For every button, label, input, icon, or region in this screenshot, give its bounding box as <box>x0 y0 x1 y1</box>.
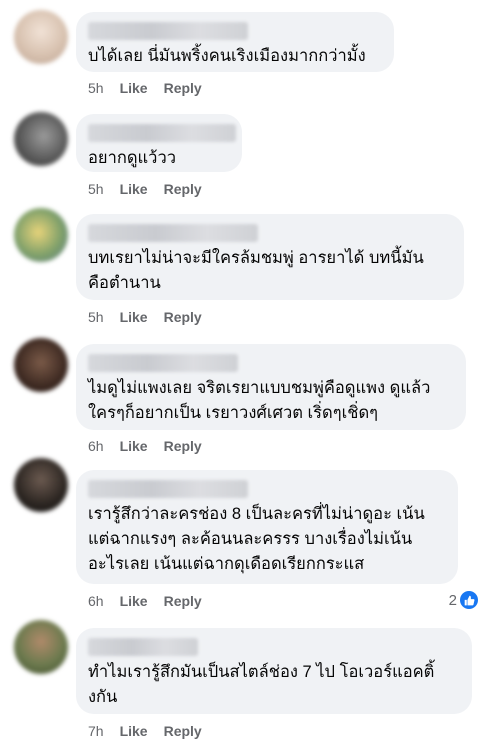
comment-bubble: ไมดูไม่แพงเลย จริตเรยาแบบชมพู่คือดูแพง ด… <box>76 344 466 430</box>
reply-button[interactable]: Reply <box>164 593 202 609</box>
comment-time[interactable]: 6h <box>88 593 104 609</box>
comment-actions: 6h Like Reply <box>88 593 202 609</box>
comment-actions: 7h Like Reply <box>88 723 202 739</box>
like-button[interactable]: Like <box>120 723 148 739</box>
reaction-summary[interactable]: 2 <box>449 591 478 609</box>
like-button[interactable]: Like <box>120 309 148 325</box>
like-button[interactable]: Like <box>120 438 148 454</box>
commenter-name[interactable] <box>88 22 248 40</box>
reply-button[interactable]: Reply <box>164 723 202 739</box>
commenter-name[interactable] <box>88 480 248 498</box>
comment-actions: 5h Like Reply <box>88 309 202 325</box>
reply-button[interactable]: Reply <box>164 309 202 325</box>
comment-time[interactable]: 6h <box>88 438 104 454</box>
comment-text: บได้เลย นี่มันพริ้งคนเริงเมืองมากกว่ามั้… <box>88 47 366 65</box>
comment-actions: 5h Like Reply <box>88 181 202 197</box>
comment-actions: 6h Like Reply <box>88 438 202 454</box>
comment-text: เรารู้สึกว่าละครช่อง 8 เป็นละครที่ไม่น่า… <box>88 505 425 573</box>
comment-text: บทเรยาไม่น่าจะมีใครล้มชมพู่ อารยาได้ บทน… <box>88 249 424 292</box>
reply-button[interactable]: Reply <box>164 181 202 197</box>
comment-bubble: บทเรยาไม่น่าจะมีใครล้มชมพู่ อารยาได้ บทน… <box>76 214 464 300</box>
comment-time[interactable]: 7h <box>88 723 104 739</box>
commenter-name[interactable] <box>88 224 258 242</box>
like-button[interactable]: Like <box>120 80 148 96</box>
comment-text: ทำไมเรารู้สึกมันเป็นสไตล์ช่อง 7 ไป โอเวอ… <box>88 663 435 706</box>
comment-bubble: อยากดูแว้วว <box>76 114 242 172</box>
comment-bubble: ทำไมเรารู้สึกมันเป็นสไตล์ช่อง 7 ไป โอเวอ… <box>76 628 472 714</box>
like-button[interactable]: Like <box>120 593 148 609</box>
commenter-name[interactable] <box>88 638 198 656</box>
avatar[interactable] <box>14 10 68 64</box>
comment-bubble: บได้เลย นี่มันพริ้งคนเริงเมืองมากกว่ามั้… <box>76 12 394 72</box>
comment-time[interactable]: 5h <box>88 80 104 96</box>
comment-time[interactable]: 5h <box>88 181 104 197</box>
thumbs-up-icon <box>460 591 478 609</box>
commenter-name[interactable] <box>88 354 238 372</box>
reaction-count: 2 <box>448 591 457 609</box>
avatar[interactable] <box>14 620 68 674</box>
like-button[interactable]: Like <box>120 181 148 197</box>
comment-text: อยากดูแว้วว <box>88 149 176 167</box>
avatar[interactable] <box>14 112 68 166</box>
reply-button[interactable]: Reply <box>164 438 202 454</box>
reply-button[interactable]: Reply <box>164 80 202 96</box>
avatar[interactable] <box>14 458 68 512</box>
comment-actions: 5h Like Reply <box>88 80 202 96</box>
avatar[interactable] <box>14 208 68 262</box>
commenter-name[interactable] <box>88 124 236 142</box>
comment-bubble: เรารู้สึกว่าละครช่อง 8 เป็นละครที่ไม่น่า… <box>76 470 458 584</box>
comment-text: ไมดูไม่แพงเลย จริตเรยาแบบชมพู่คือดูแพง ด… <box>88 379 431 422</box>
avatar[interactable] <box>14 338 68 392</box>
comment-time[interactable]: 5h <box>88 309 104 325</box>
